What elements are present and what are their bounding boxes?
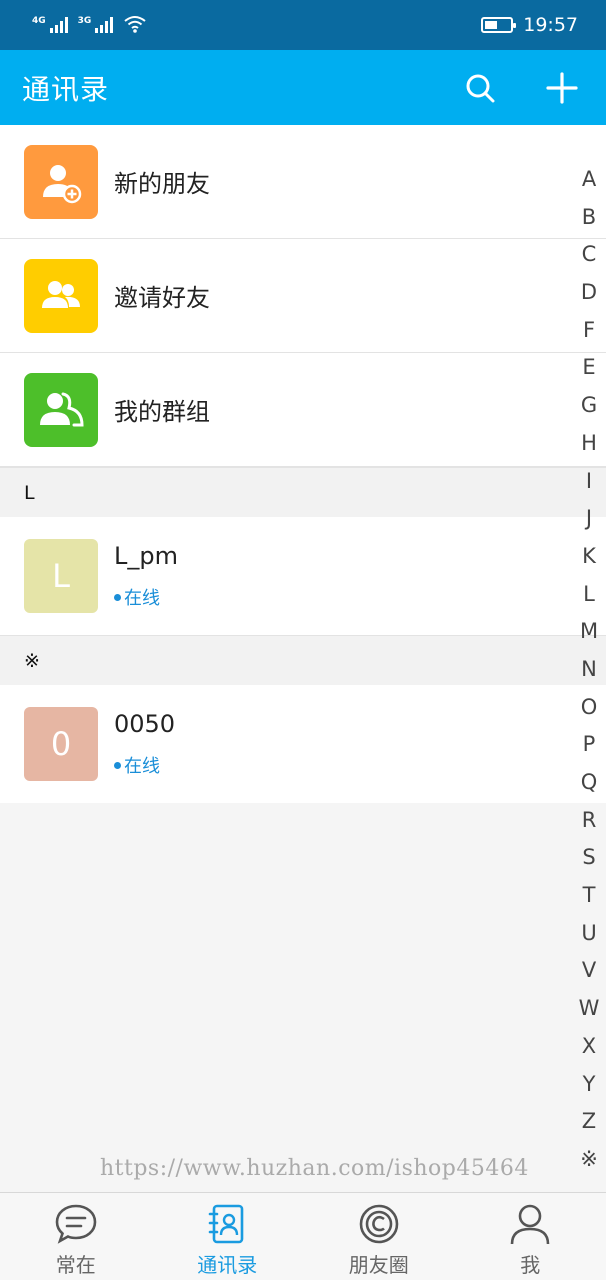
clock: 19:57 xyxy=(523,14,578,36)
index-letter[interactable]: S xyxy=(572,839,606,877)
index-letter[interactable]: A xyxy=(572,161,606,199)
nav-label: 朋友圈 xyxy=(348,1253,409,1277)
contact-info: L_pm 在线 xyxy=(114,542,178,610)
index-letter[interactable]: X xyxy=(572,1028,606,1066)
search-button[interactable] xyxy=(458,66,502,110)
my-groups-item[interactable]: 我的群组 xyxy=(0,353,606,467)
func-label: 新的朋友 xyxy=(114,170,210,198)
nav-label: 我 xyxy=(520,1253,541,1277)
chat-icon xyxy=(55,1204,97,1244)
index-letter[interactable]: M xyxy=(572,613,606,651)
index-letter[interactable]: F xyxy=(572,312,606,350)
page-title: 通讯录 xyxy=(22,72,110,106)
status-right: 19:57 xyxy=(481,14,578,36)
contact-row[interactable]: L L_pm 在线 xyxy=(0,517,606,635)
status-badge: 在线 xyxy=(114,752,175,778)
network-type-label: 4G xyxy=(32,16,46,26)
avatar: L xyxy=(24,539,98,613)
signal-4g-icon: 4G xyxy=(32,17,68,33)
index-letter[interactable]: B xyxy=(572,199,606,237)
nav-label: 通讯录 xyxy=(197,1253,258,1277)
index-letter[interactable]: E xyxy=(572,349,606,387)
index-letter[interactable]: H xyxy=(572,425,606,463)
add-button[interactable] xyxy=(540,66,584,110)
signal-3g-icon: 3G xyxy=(78,17,114,33)
bottom-nav: 常在 通讯录 朋友圈 我 xyxy=(0,1192,606,1280)
nav-tab-contacts[interactable]: 通讯录 xyxy=(152,1193,304,1280)
battery-icon xyxy=(481,17,517,33)
index-letter[interactable]: P xyxy=(572,726,606,764)
index-letter[interactable]: T xyxy=(572,877,606,915)
index-letter[interactable]: J xyxy=(572,500,606,538)
index-letter[interactable]: ※ xyxy=(572,1141,606,1179)
index-letter[interactable]: I xyxy=(572,463,606,501)
nav-tab-chat[interactable]: 常在 xyxy=(0,1193,152,1280)
contact-info: 0050 在线 xyxy=(114,710,175,778)
search-icon xyxy=(466,74,495,102)
invite-friends-icon xyxy=(24,258,98,333)
nav-tab-moments[interactable]: 朋友圈 xyxy=(303,1193,455,1280)
index-letter[interactable]: Q xyxy=(572,764,606,802)
index-letter[interactable]: G xyxy=(572,387,606,425)
index-letter[interactable]: U xyxy=(572,915,606,953)
add-friend-icon xyxy=(24,144,98,219)
index-letter[interactable]: Z xyxy=(572,1103,606,1141)
index-letter[interactable]: L xyxy=(572,576,606,614)
signal-area: 4G 3G xyxy=(32,14,147,37)
invite-friends-item[interactable]: 邀请好友 xyxy=(0,239,606,353)
index-letter[interactable]: N xyxy=(572,651,606,689)
profile-icon xyxy=(510,1204,550,1245)
network-type-label: 3G xyxy=(77,16,92,26)
index-letter[interactable]: Y xyxy=(572,1066,606,1104)
index-letter[interactable]: V xyxy=(572,952,606,990)
contact-row[interactable]: 0 0050 在线 xyxy=(0,685,606,803)
index-letter[interactable]: O xyxy=(572,689,606,727)
alphabet-index-bar[interactable]: A B C D F E G H I J K L M N O P Q R S T U V W X Y Z ※ xyxy=(572,161,606,1179)
watermark: https://www.huzhan.com/ishop45464 xyxy=(100,1156,529,1181)
nav-tab-me[interactable]: 我 xyxy=(455,1193,606,1280)
status-bar: 4G 3G 19:57 xyxy=(0,0,606,50)
status-text: 在线 xyxy=(124,756,160,777)
index-letter[interactable]: R xyxy=(572,802,606,840)
contact-name: 0050 xyxy=(114,710,176,738)
status-badge: 在线 xyxy=(114,584,178,610)
moments-icon xyxy=(359,1204,399,1244)
plus-icon xyxy=(546,71,578,104)
index-letter[interactable]: W xyxy=(572,990,606,1028)
section-header-other: ※ xyxy=(0,635,606,685)
index-letter[interactable]: K xyxy=(572,538,606,576)
online-dot-icon xyxy=(114,593,121,601)
online-dot-icon xyxy=(114,761,121,769)
func-label: 我的群组 xyxy=(114,398,210,426)
wifi-icon xyxy=(123,14,147,37)
func-label: 邀请好友 xyxy=(114,284,210,312)
new-friends-item[interactable]: 新的朋友 xyxy=(0,125,606,239)
index-letter[interactable]: C xyxy=(572,236,606,274)
nav-label: 常在 xyxy=(55,1253,96,1277)
index-letter[interactable]: D xyxy=(572,274,606,312)
app-header: 通讯录 xyxy=(0,50,606,125)
group-icon xyxy=(24,372,98,447)
avatar: 0 xyxy=(24,707,98,781)
section-header-l: L xyxy=(0,467,606,517)
status-text: 在线 xyxy=(124,588,160,609)
contact-name: L_pm xyxy=(114,542,178,570)
contacts-icon xyxy=(208,1204,244,1244)
